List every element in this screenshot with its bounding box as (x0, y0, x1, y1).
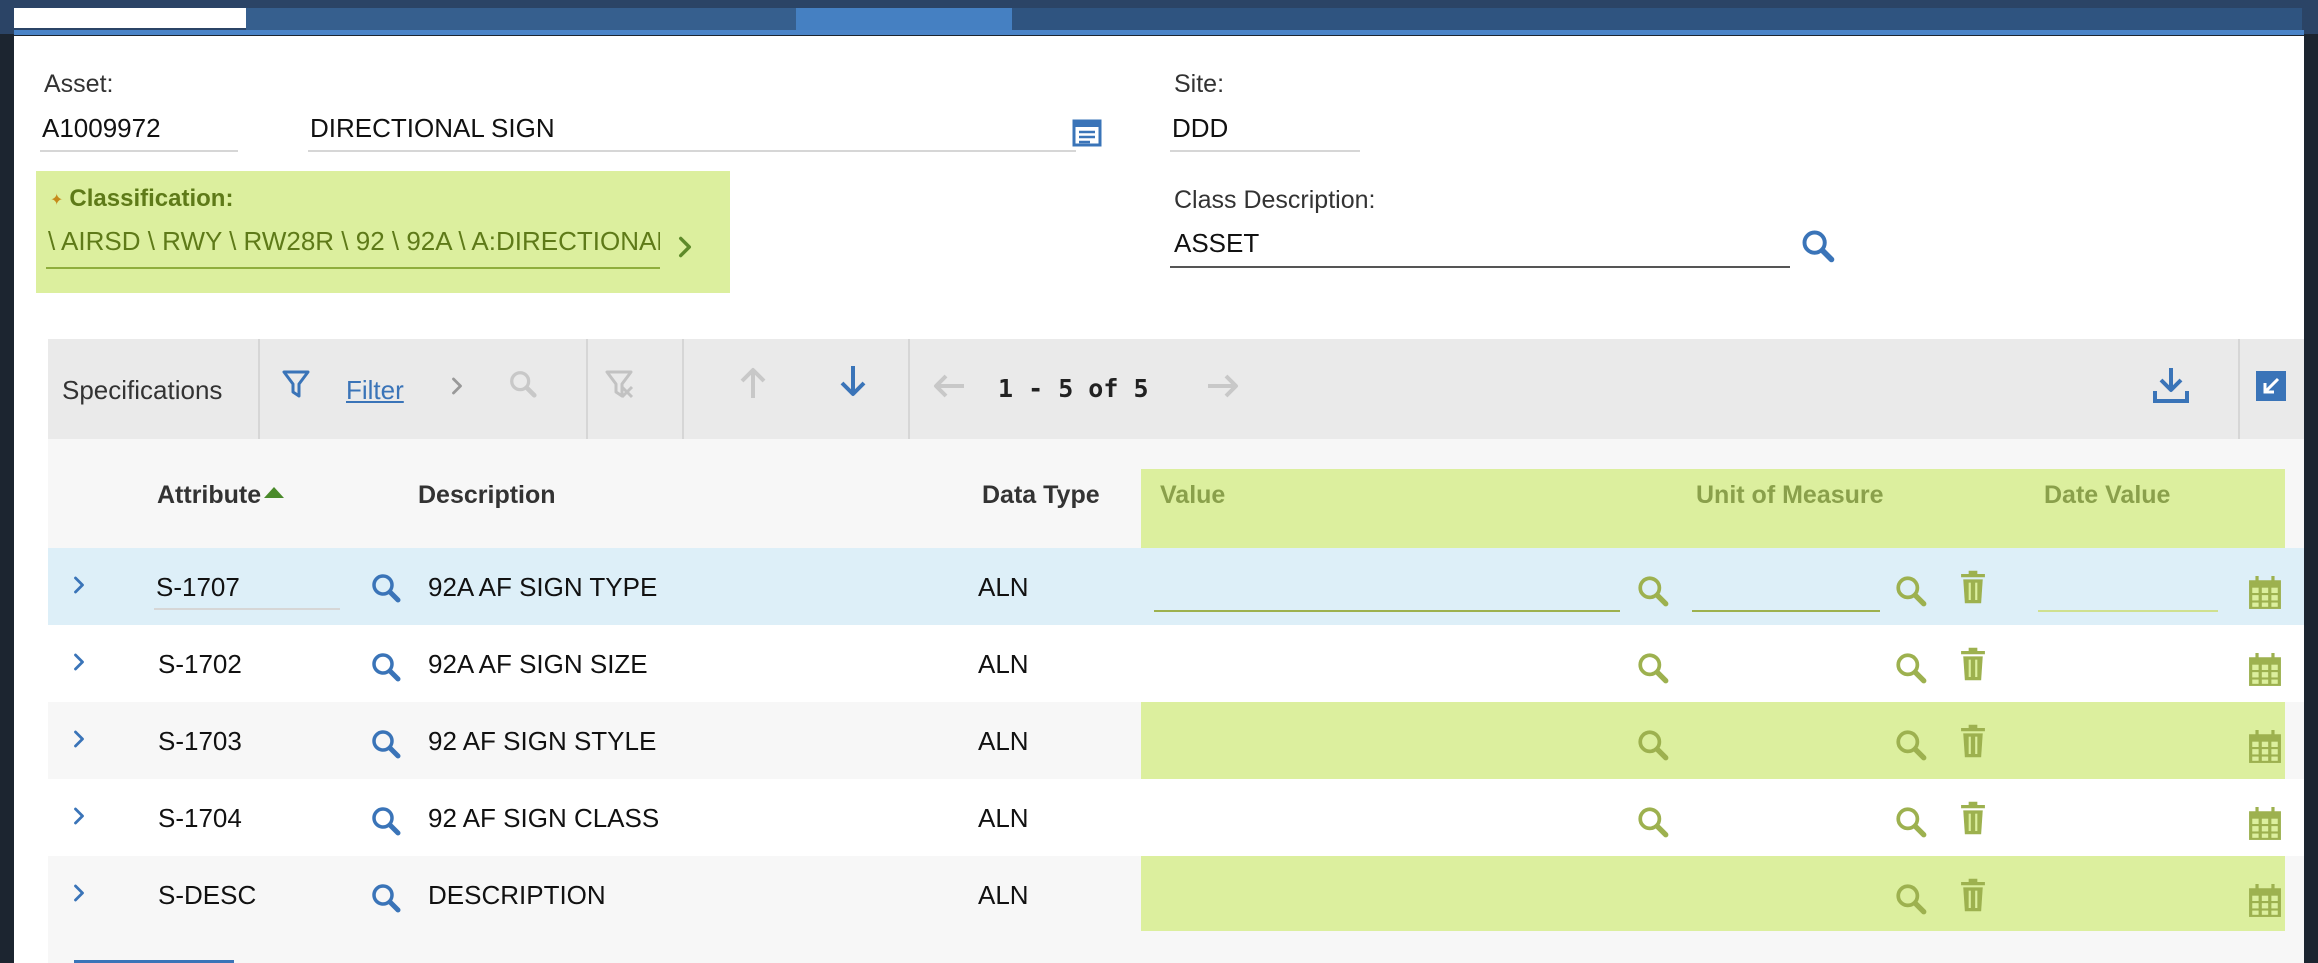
calendar-icon[interactable] (2248, 884, 2282, 918)
column-header-unit-of-measure[interactable]: Unit of Measure (1696, 481, 1884, 510)
expand-row-icon[interactable] (72, 728, 86, 750)
arrow-right-icon[interactable] (1206, 373, 1240, 399)
description-cell: DESCRIPTION (428, 880, 606, 910)
nav-bar-area (1012, 8, 2302, 30)
data-type-cell: ALN (978, 880, 1029, 910)
expand-row-icon[interactable] (72, 805, 86, 827)
search-icon[interactable] (508, 369, 538, 399)
column-header-date-value[interactable]: Date Value (2044, 481, 2170, 510)
class-description-field[interactable]: ASSET (1174, 228, 1259, 259)
toolbar-divider (2238, 339, 2240, 439)
top-navigation-bar (0, 0, 2318, 35)
search-icon[interactable] (1636, 805, 1670, 839)
site-underline (1170, 150, 1360, 152)
attribute-cell: S-1704 (158, 803, 242, 833)
site-label: Site: (1174, 70, 1225, 98)
search-icon[interactable] (1894, 882, 1928, 916)
search-icon[interactable] (370, 651, 402, 683)
delete-icon[interactable] (1960, 801, 1986, 835)
description-cell: 92 AF SIGN STYLE (428, 726, 657, 756)
nav-tab-active[interactable] (14, 8, 246, 28)
chevron-right-icon[interactable] (676, 235, 694, 259)
classification-section: ✦ Classification: \ AIRSD \ RWY \ RW28R \… (36, 171, 730, 293)
arrow-up-icon[interactable] (738, 365, 768, 401)
class-description-label: Class Description: (1174, 186, 1376, 214)
expand-row-icon[interactable] (72, 882, 86, 904)
description-cell: 92A AF SIGN TYPE (428, 572, 658, 602)
search-icon[interactable] (1894, 651, 1928, 685)
delete-icon[interactable] (1960, 570, 1986, 604)
nav-divider (14, 30, 2304, 35)
expand-row-icon[interactable] (72, 651, 86, 673)
asset-id-underline (40, 150, 238, 152)
search-icon[interactable] (1894, 728, 1928, 762)
required-marker-icon: ✦ (50, 191, 64, 209)
search-icon[interactable] (1636, 651, 1670, 685)
column-header-attribute[interactable]: Attribute (157, 481, 285, 510)
attribute-cell: S-1702 (158, 649, 242, 679)
class-description-underline (1170, 266, 1790, 268)
long-description-icon[interactable] (1072, 118, 1102, 148)
search-icon[interactable] (370, 572, 402, 604)
calendar-icon[interactable] (2248, 730, 2282, 764)
attribute-cell: S-DESC (158, 880, 257, 910)
asset-description-field[interactable]: DIRECTIONAL SIGN (310, 113, 555, 144)
arrow-down-icon[interactable] (838, 363, 868, 399)
filter-link[interactable]: Filter (346, 375, 404, 406)
attribute-cell[interactable]: S-1707 (156, 572, 240, 603)
clear-filter-icon[interactable] (604, 369, 634, 399)
specifications-title: Specifications (62, 375, 223, 405)
data-type-cell: ALN (978, 572, 1029, 602)
classification-path-field[interactable]: \ AIRSD \ RWY \ RW28R \ 92 \ 92A \ A:DIR… (48, 226, 660, 257)
calendar-icon[interactable] (2248, 807, 2282, 841)
asset-description-underline (308, 150, 1076, 152)
arrow-left-icon[interactable] (932, 373, 966, 399)
data-type-cell: ALN (978, 649, 1029, 679)
asset-id-field[interactable]: A1009972 (42, 113, 161, 144)
search-icon[interactable] (370, 882, 402, 914)
sort-ascending-icon (264, 487, 285, 498)
collapse-icon[interactable] (2256, 371, 2286, 401)
column-header-value[interactable]: Value (1160, 481, 1225, 510)
filter-icon[interactable] (282, 369, 310, 399)
toolbar-divider (682, 339, 684, 439)
toolbar-divider (586, 339, 588, 439)
delete-icon[interactable] (1960, 647, 1986, 681)
search-icon[interactable] (1800, 228, 1836, 264)
date-input-underline[interactable] (2038, 610, 2218, 612)
toolbar-divider (908, 339, 910, 439)
calendar-icon[interactable] (2248, 576, 2282, 610)
search-icon[interactable] (1636, 574, 1670, 608)
description-cell: 92 AF SIGN CLASS (428, 803, 660, 833)
expand-row-icon[interactable] (72, 574, 86, 596)
search-icon[interactable] (370, 805, 402, 837)
pagination-status: 1 - 5 of 5 (998, 374, 1149, 403)
classification-label: ✦ Classification: (50, 185, 234, 212)
download-icon[interactable] (2152, 365, 2190, 405)
search-icon[interactable] (370, 728, 402, 760)
nav-tab[interactable] (246, 8, 796, 30)
search-icon[interactable] (1894, 805, 1928, 839)
data-type-cell: ALN (978, 726, 1029, 756)
attribute-input-underline (154, 608, 340, 610)
delete-icon[interactable] (1960, 724, 1986, 758)
calendar-icon[interactable] (2248, 653, 2282, 687)
column-header-data-type[interactable]: Data Type (982, 481, 1100, 510)
description-cell: 92A AF SIGN SIZE (428, 649, 648, 679)
search-icon[interactable] (1894, 574, 1928, 608)
value-input-underline[interactable] (1154, 610, 1620, 612)
chevron-right-icon[interactable] (450, 375, 464, 397)
classification-underline (46, 267, 660, 269)
search-icon[interactable] (1636, 728, 1670, 762)
unit-input-underline[interactable] (1692, 610, 1880, 612)
asset-label: Asset: (44, 70, 114, 98)
data-type-cell: ALN (978, 803, 1029, 833)
toolbar-divider (258, 339, 260, 439)
attribute-cell: S-1703 (158, 726, 242, 756)
asset-specifications-panel: Asset: A1009972 DIRECTIONAL SIGN Site: D… (14, 36, 2304, 963)
delete-icon[interactable] (1960, 878, 1986, 912)
specifications-toolbar: Specifications Filter 1 - 5 of 5 (48, 339, 2304, 441)
site-field[interactable]: DDD (1172, 113, 1228, 144)
column-header-description[interactable]: Description (418, 481, 556, 510)
